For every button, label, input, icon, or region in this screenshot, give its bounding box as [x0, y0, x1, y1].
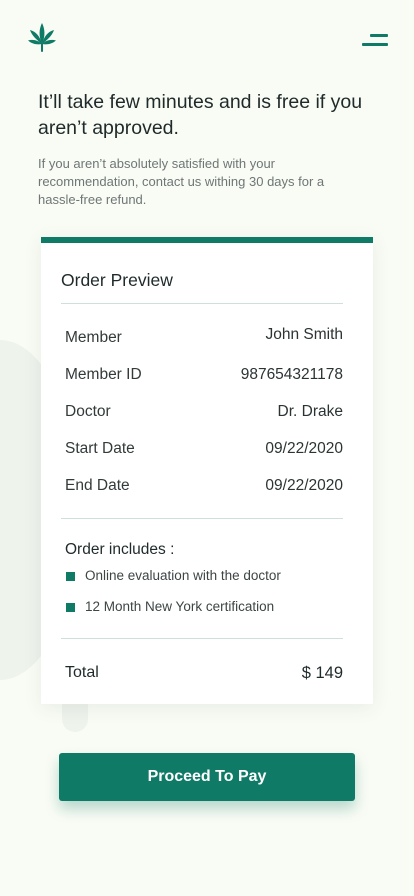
list-item-text: Online evaluation with the doctor [85, 568, 281, 583]
detail-row-doctor: Doctor Dr. Drake [65, 403, 343, 425]
divider [61, 638, 343, 639]
detail-label: Member ID [65, 366, 142, 383]
detail-value: 09/22/2020 [265, 477, 343, 494]
cannabis-leaf-icon[interactable] [26, 22, 58, 54]
order-preview-card: Order Preview Member John Smith Member I… [41, 237, 373, 704]
hamburger-menu-icon[interactable] [358, 30, 390, 50]
total-row: Total $ 149 [65, 664, 343, 686]
detail-value: 09/22/2020 [265, 440, 343, 457]
detail-label: End Date [65, 477, 130, 494]
bullet-square-icon [66, 572, 75, 581]
detail-value: Dr. Drake [277, 403, 343, 420]
menu-bar-top [370, 34, 388, 37]
total-label: Total [65, 664, 99, 681]
detail-row-start-date: Start Date 09/22/2020 [65, 440, 343, 462]
detail-value: 987654321178 [240, 366, 343, 383]
detail-row-member: Member John Smith [65, 326, 343, 351]
detail-row-end-date: End Date 09/22/2020 [65, 477, 343, 499]
order-preview-title: Order Preview [61, 270, 173, 290]
detail-value: John Smith [265, 326, 343, 343]
detail-label: Start Date [65, 440, 135, 457]
refund-notice: If you aren’t absolutely satisfied with … [38, 156, 325, 207]
page-headline: It’ll take few minutes and is free if yo… [38, 91, 363, 139]
divider [61, 518, 343, 519]
divider [61, 303, 343, 304]
proceed-to-pay-button[interactable]: Proceed To Pay [59, 753, 355, 801]
order-includes-title: Order includes : [65, 541, 175, 558]
page: It’ll take few minutes and is free if yo… [0, 0, 414, 896]
detail-label: Doctor [65, 403, 111, 420]
bullet-square-icon [66, 603, 75, 612]
detail-label: Member [65, 329, 122, 346]
total-value: $ 149 [301, 664, 343, 682]
detail-row-member-id: Member ID 987654321178 [65, 366, 343, 388]
menu-bar-bottom [362, 43, 388, 46]
list-item-text: 12 Month New York certification [85, 599, 275, 614]
